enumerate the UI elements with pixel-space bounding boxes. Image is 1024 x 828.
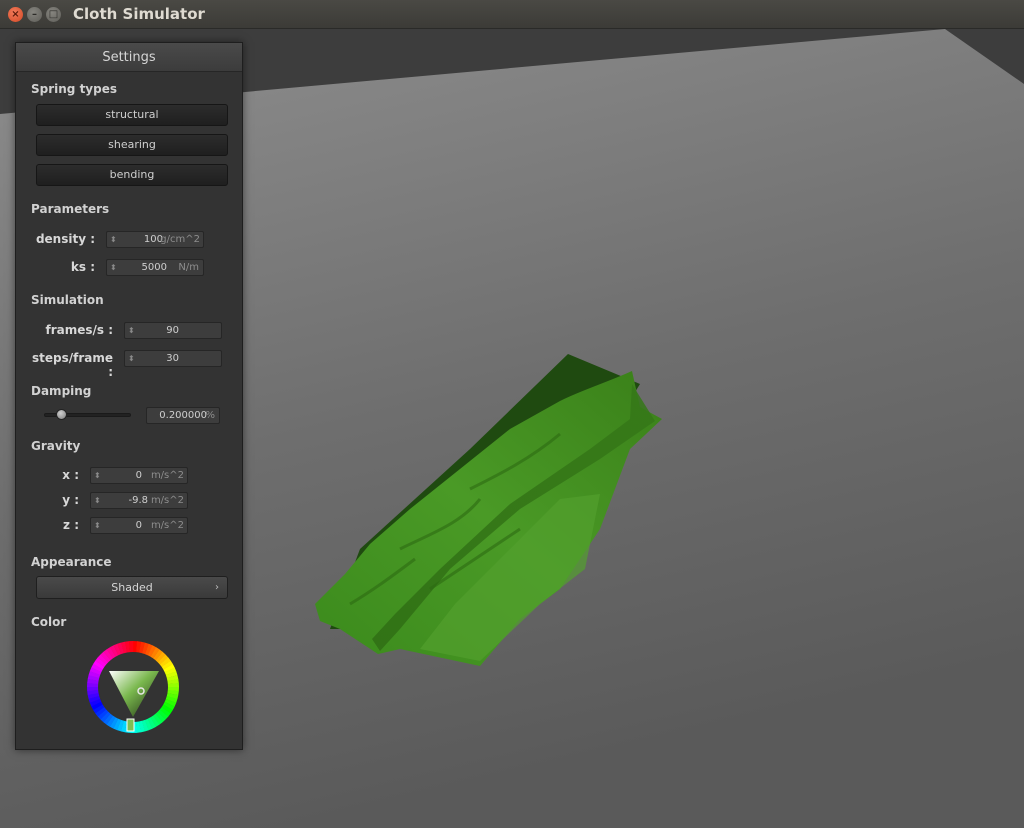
settings-panel-title[interactable]: Settings	[16, 43, 242, 72]
window-maximize-button[interactable]: □	[46, 7, 61, 22]
spinner-icon[interactable]: ⬍	[94, 468, 101, 483]
chevron-right-icon: ›	[215, 582, 219, 593]
density-label: density :	[35, 232, 95, 246]
hue-selector-marker[interactable]	[126, 718, 135, 732]
steps-input[interactable]: ⬍ 30	[124, 350, 222, 367]
spinner-icon[interactable]: ⬍	[94, 518, 101, 533]
window-minimize-button[interactable]: –	[27, 7, 42, 22]
gravity-y-label: y :	[62, 493, 79, 507]
ks-label: ks :	[70, 260, 95, 274]
structural-button[interactable]: structural	[36, 104, 228, 126]
damping-slider-handle[interactable]	[56, 409, 68, 420]
spinner-icon[interactable]: ⬍	[94, 493, 101, 508]
bending-button[interactable]: bending	[36, 164, 228, 186]
fps-label: frames/s :	[45, 323, 113, 337]
spinner-icon[interactable]: ⬍	[128, 351, 135, 366]
gravity-y-input[interactable]: ⬍ -9.8 m/s^2	[90, 492, 188, 509]
parameters-heading: Parameters	[31, 202, 110, 216]
ks-input[interactable]: ⬍ 5000 N/m	[106, 259, 204, 276]
spinner-icon[interactable]: ⬍	[110, 232, 117, 247]
gravity-heading: Gravity	[31, 439, 81, 453]
simulation-heading: Simulation	[31, 293, 104, 307]
damping-input[interactable]: 0.200000 %	[146, 407, 220, 424]
gravity-x-label: x :	[62, 468, 79, 482]
appearance-selected: Shaded	[111, 581, 153, 594]
spring-types-heading: Spring types	[31, 82, 118, 96]
density-input[interactable]: ⬍ 100 g/cm^2	[106, 231, 204, 248]
gravity-x-input[interactable]: ⬍ 0 m/s^2	[90, 467, 188, 484]
gravity-z-input[interactable]: ⬍ 0 m/s^2	[90, 517, 188, 534]
color-heading: Color	[31, 615, 67, 629]
settings-panel: Settings Spring types structural shearin…	[15, 42, 243, 750]
appearance-heading: Appearance	[31, 555, 112, 569]
gravity-z-label: z :	[63, 518, 79, 532]
steps-label: steps/frame :	[31, 351, 113, 379]
window-titlebar: × – □ Cloth Simulator	[0, 0, 1024, 29]
fps-input[interactable]: ⬍ 90	[124, 322, 222, 339]
spinner-icon[interactable]: ⬍	[110, 260, 117, 275]
damping-heading: Damping	[31, 384, 92, 398]
window-close-button[interactable]: ×	[8, 7, 23, 22]
shearing-button[interactable]: shearing	[36, 134, 228, 156]
appearance-dropdown[interactable]: Shaded ›	[36, 576, 228, 599]
color-wheel-picker[interactable]	[87, 641, 179, 733]
spinner-icon[interactable]: ⬍	[128, 323, 135, 338]
window-title: Cloth Simulator	[73, 5, 205, 23]
